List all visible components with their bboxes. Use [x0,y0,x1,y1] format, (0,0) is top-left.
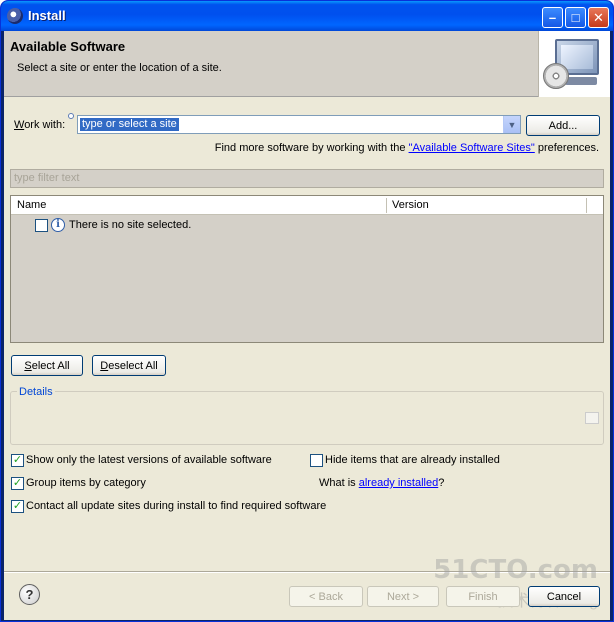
cd-icon [543,63,569,89]
column-name[interactable]: Name [17,199,46,211]
add-button[interactable]: Add... [526,115,600,136]
details-group: Details [10,386,604,445]
table-row[interactable]: i There is no site selected. [11,216,603,235]
select-all-button[interactable]: Select All [11,355,83,376]
window-title: Install [28,8,66,23]
show-latest-label[interactable]: Show only the latest versions of availab… [26,454,272,466]
find-more-text: Find more software by working with the "… [214,142,599,154]
software-table: Name Version i There is no site selected… [10,195,604,343]
hide-installed-checkbox[interactable] [310,454,323,467]
details-legend: Details [17,386,55,398]
close-button[interactable]: ✕ [588,7,609,28]
work-with-label: Work with: [14,119,66,131]
hide-installed-label[interactable]: Hide items that are already installed [325,454,500,466]
install-window: Install – □ ✕ Available Software Select … [0,0,614,622]
title-bar[interactable]: Install – □ ✕ [1,1,613,31]
work-with-value[interactable]: type or select a site [80,118,179,131]
deselect-all-button[interactable]: Deselect All [92,355,166,376]
cancel-button[interactable]: Cancel [528,586,600,607]
group-by-category-checkbox[interactable]: ✓ [11,477,24,490]
column-version[interactable]: Version [392,199,429,211]
group-by-category-label[interactable]: Group items by category [26,477,146,489]
maximize-button[interactable]: □ [565,7,586,28]
monitor-with-cd-icon [538,31,610,97]
header-banner: Available Software Select a site or ente… [4,31,610,97]
row-text: There is no site selected. [69,219,192,231]
watermark-logo: 51CTO.com [433,555,598,585]
show-latest-checkbox[interactable]: ✓ [11,454,24,467]
next-button[interactable]: Next > [367,586,439,607]
table-header: Name Version [11,196,603,215]
page-subtitle: Select a site or enter the location of a… [17,62,222,74]
info-icon: i [51,218,65,232]
details-scrollbar[interactable] [585,412,599,424]
chevron-down-icon[interactable]: ▼ [503,116,520,133]
finish-button[interactable]: Finish [446,586,520,607]
eclipse-icon [7,8,23,24]
what-is-installed-text: What is already installed? [319,477,445,489]
available-software-sites-link[interactable]: "Available Software Sites" [409,142,535,154]
dialog-client: Available Software Select a site or ente… [4,31,610,620]
column-divider[interactable] [586,198,587,213]
monitor-base [565,77,597,85]
column-divider[interactable] [386,198,387,213]
back-button[interactable]: < Back [289,586,363,607]
contact-sites-checkbox[interactable]: ✓ [11,500,24,513]
work-with-combo[interactable]: type or select a site ▼ [77,115,521,134]
info-decorator-icon [68,113,74,119]
contact-sites-label[interactable]: Contact all update sites during install … [26,500,326,512]
minimize-button[interactable]: – [542,7,563,28]
row-checkbox[interactable] [35,219,48,232]
question-mark-icon[interactable]: ? [19,584,40,605]
filter-input[interactable]: type filter text [10,169,604,188]
page-title: Available Software [10,39,126,54]
already-installed-link[interactable]: already installed [359,477,439,489]
